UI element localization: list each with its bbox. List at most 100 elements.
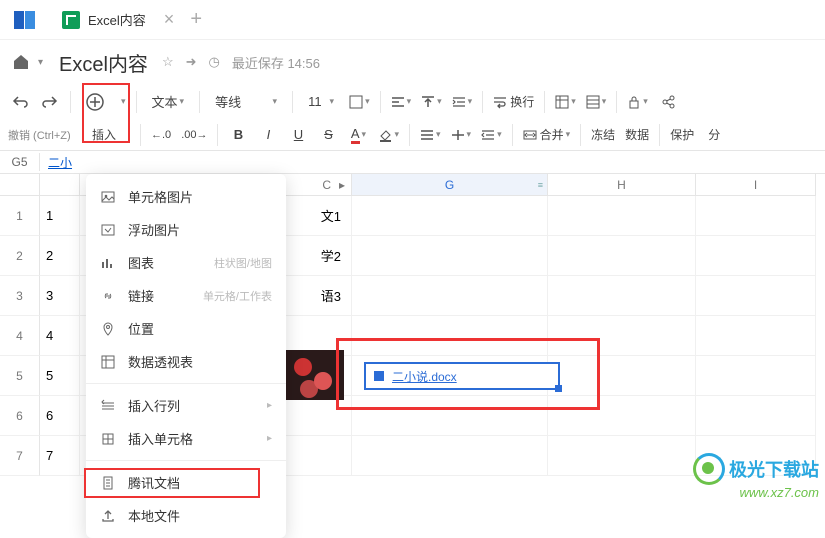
row-header[interactable]: 3 <box>0 276 40 316</box>
cell[interactable]: 3 <box>40 276 80 316</box>
dec-decimal-button[interactable]: ← .0 <box>147 121 175 149</box>
italic-button[interactable]: I <box>254 121 282 149</box>
column-header-h[interactable]: H <box>548 174 696 196</box>
toolbar-row-1: ▾ 文本▾ 等线▾ 11▾ ▾ ▾ ▾ ▾ 换行 ▾ ▾ ▾ <box>0 84 825 120</box>
share-button[interactable] <box>654 88 682 116</box>
row-header[interactable]: 7 <box>0 436 40 476</box>
protect-label-button[interactable]: 保护 <box>666 121 698 149</box>
cell[interactable] <box>696 316 816 356</box>
cell[interactable]: 2 <box>40 236 80 276</box>
underline-button[interactable]: U <box>284 121 312 149</box>
column-header-i[interactable]: I <box>696 174 816 196</box>
menu-local-file[interactable]: 本地文件 <box>86 499 286 532</box>
valign-button[interactable]: ▾ <box>447 121 476 149</box>
insert-dropdown-icon[interactable]: ▾ <box>115 88 130 116</box>
data-label-button[interactable]: 数据 <box>621 121 653 149</box>
merge-button[interactable]: 合并▾ <box>519 121 575 149</box>
cell[interactable] <box>548 196 696 236</box>
cell[interactable] <box>696 356 816 396</box>
insert-button[interactable] <box>77 88 113 116</box>
redo-button[interactable] <box>36 88 64 116</box>
outdent-button[interactable]: ▾ <box>477 121 506 149</box>
cell[interactable] <box>548 276 696 316</box>
cell[interactable] <box>696 396 816 436</box>
menu-tencent-doc[interactable]: 腾讯文档 <box>86 466 286 499</box>
spreadsheet: C◂▸ G≡ H I 11文122学233语344556677 二小说.docx… <box>0 174 825 476</box>
menu-cell-image[interactable]: 单元格图片 <box>86 180 286 213</box>
indent-button[interactable]: ▾ <box>448 88 477 116</box>
format-type-select[interactable]: 文本▾ <box>143 88 194 116</box>
cell[interactable] <box>352 276 548 316</box>
fill-color-button[interactable]: ▾ <box>374 121 403 149</box>
menu-insert-rows[interactable]: 插入行列▸ <box>86 389 286 422</box>
column-dropdown-icon[interactable]: ≡ <box>538 180 543 190</box>
watermark-url: www.xz7.com <box>693 485 819 500</box>
cell[interactable] <box>352 436 548 476</box>
cell[interactable]: 6 <box>40 396 80 436</box>
cell[interactable]: 5 <box>40 356 80 396</box>
close-tab-button[interactable]: × <box>158 9 181 30</box>
cell[interactable] <box>548 436 696 476</box>
wrap-button[interactable]: 换行 <box>489 88 538 116</box>
menu-insert-cells[interactable]: 插入单元格▸ <box>86 422 286 455</box>
cell[interactable] <box>696 236 816 276</box>
font-family-select[interactable]: 等线▾ <box>206 88 286 116</box>
move-icon[interactable]: ➜ <box>186 54 197 70</box>
column-header[interactable] <box>40 174 80 196</box>
cell[interactable] <box>352 196 548 236</box>
select-all-corner[interactable] <box>0 174 40 196</box>
font-color-button[interactable]: A▾ <box>344 121 372 149</box>
row-header[interactable]: 4 <box>0 316 40 356</box>
undo-button[interactable] <box>6 88 34 116</box>
cell[interactable]: 1 <box>40 196 80 236</box>
chevron-right-icon: ▸ <box>267 400 272 411</box>
menu-location[interactable]: 位置 <box>86 312 286 345</box>
insert-label[interactable]: 插入 <box>86 121 122 149</box>
document-title[interactable]: Excel内容 <box>59 48 148 77</box>
cell[interactable] <box>352 236 548 276</box>
cell[interactable] <box>696 196 816 236</box>
protect-button[interactable]: ▾ <box>623 88 652 116</box>
freeze-label-button[interactable]: 冻结 <box>587 121 619 149</box>
row-header[interactable]: 6 <box>0 396 40 436</box>
row-header[interactable]: 1 <box>0 196 40 236</box>
cell[interactable] <box>696 276 816 316</box>
cell-reference[interactable]: G5 <box>0 153 40 171</box>
row-header[interactable]: 2 <box>0 236 40 276</box>
clock-icon: ◷ <box>209 54 220 70</box>
star-icon[interactable]: ☆ <box>162 54 174 70</box>
menu-float-image[interactable]: 浮动图片 <box>86 213 286 246</box>
strike-button[interactable]: S <box>314 121 342 149</box>
formula-value[interactable]: 二小 <box>40 154 72 171</box>
border-button[interactable]: ▾ <box>345 88 374 116</box>
selected-cell-g5[interactable]: 二小说.docx <box>364 362 560 390</box>
align-left-button[interactable]: ▾ <box>387 88 416 116</box>
app-brand-icon <box>8 3 42 37</box>
cell[interactable] <box>548 236 696 276</box>
align-top-button[interactable]: ▾ <box>417 88 446 116</box>
file-link[interactable]: 二小说.docx <box>392 368 457 385</box>
chevron-right-icon: ▸ <box>267 433 272 444</box>
menu-pivot[interactable]: 数据透视表 <box>86 345 286 378</box>
selection-handle[interactable] <box>555 385 562 392</box>
row-header[interactable]: 5 <box>0 356 40 396</box>
row-col-button[interactable]: ▾ <box>582 88 611 116</box>
home-dropdown-icon[interactable]: ▾ <box>32 57 49 68</box>
browser-tab[interactable]: Excel内容 <box>50 0 158 40</box>
cell[interactable]: 7 <box>40 436 80 476</box>
file-checkbox-icon[interactable] <box>374 371 384 381</box>
freeze-button[interactable]: ▾ <box>551 88 580 116</box>
bold-button[interactable]: B <box>224 121 252 149</box>
halign-button[interactable]: ▾ <box>416 121 445 149</box>
inc-decimal-button[interactable]: .00 → <box>177 121 211 149</box>
insert-menu: 单元格图片 浮动图片 图表柱状图/地图 链接单元格/工作表 位置 数据透视表 插… <box>86 174 286 538</box>
home-icon[interactable] <box>10 51 32 73</box>
font-size-select[interactable]: 11▾ <box>299 88 343 116</box>
menu-link[interactable]: 链接单元格/工作表 <box>86 279 286 312</box>
column-header-g[interactable]: G≡ <box>352 174 548 196</box>
share-label-button[interactable]: 分 <box>700 121 728 149</box>
menu-chart[interactable]: 图表柱状图/地图 <box>86 246 286 279</box>
new-tab-button[interactable]: + <box>180 8 212 31</box>
cell[interactable]: 4 <box>40 316 80 356</box>
undo-tooltip: 撤销 (Ctrl+Z) <box>6 127 84 143</box>
